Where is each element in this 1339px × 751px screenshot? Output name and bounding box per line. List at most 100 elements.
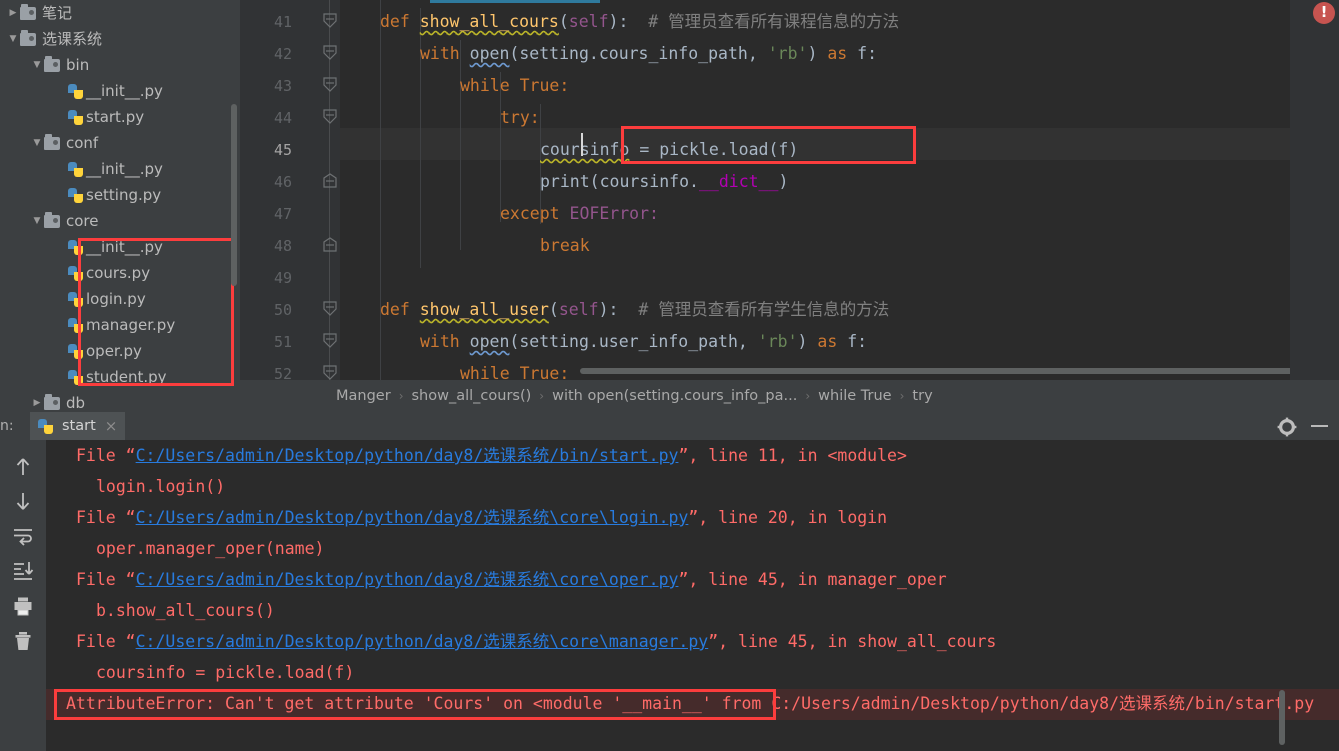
chevron-down-icon[interactable]: ▼: [30, 208, 44, 234]
editor-gutter[interactable]: 41 42 43 44 45 46 47 48 49 50 51 52: [240, 0, 340, 383]
tree-item-cours-py[interactable]: cours.py: [0, 260, 240, 286]
tree-item-student-py[interactable]: student.py: [0, 364, 240, 390]
code-line-45[interactable]: coursinfo = pickle.load(f): [340, 134, 798, 166]
console-line-8[interactable]: AttributeError: Can't get attribute 'Cou…: [46, 688, 1314, 719]
tree-item-label: cours.py: [86, 264, 151, 282]
code-editor[interactable]: 41 42 43 44 45 46 47 48 49 50 51 52 def show_all_co…: [240, 0, 1339, 383]
code-token: = pickle.: [629, 140, 729, 159]
breadcrumb[interactable]: Manger › show_all_cours() › with open(settin…: [240, 380, 1339, 412]
breadcrumb-item-4[interactable]: try: [912, 388, 932, 404]
fold-collapse-icon[interactable]: [322, 301, 338, 317]
tree-item-label: conf: [66, 134, 99, 152]
breadcrumb-item-1[interactable]: show_all_cours(): [412, 388, 532, 404]
code-line-43[interactable]: while True:: [340, 70, 569, 102]
arrow-up-icon[interactable]: [12, 456, 34, 478]
console-output[interactable]: File “C:/Users/admin/Desktop/python/day8…: [46, 440, 1339, 751]
breadcrumb-item-2[interactable]: with open(setting.cours_info_pa...: [552, 388, 797, 404]
tree-item-manager-py[interactable]: manager.py: [0, 312, 240, 338]
code-line-50[interactable]: def show_all_user(self): # 管理员查看所有学生信息的方…: [340, 294, 889, 326]
fold-collapse-icon[interactable]: [322, 77, 338, 93]
tree-item-label: oper.py: [86, 342, 142, 360]
breadcrumb-item-3[interactable]: while True: [818, 388, 891, 404]
console-line-1[interactable]: login.login(): [46, 471, 225, 502]
folder-icon: [44, 55, 60, 72]
code-line-42[interactable]: with open(setting.cours_info_path, 'rb')…: [340, 38, 877, 70]
chevron-down-icon[interactable]: ▼: [30, 52, 44, 78]
code-content[interactable]: def show_all_cours(self): # 管理员查看所有课程信息的…: [340, 0, 1339, 380]
console-line-4[interactable]: File “C:/Users/admin/Desktop/python/day8…: [46, 564, 947, 595]
minimize-icon[interactable]: [1311, 425, 1328, 427]
tree-item-start-py[interactable]: start.py: [0, 104, 240, 130]
tree-item--init-py[interactable]: __init__.py: [0, 156, 240, 182]
console-text: ”, line 11, in <module>: [678, 446, 907, 465]
code-line-46[interactable]: print(coursinfo.__dict__): [340, 166, 788, 198]
fold-collapse-icon[interactable]: [322, 109, 338, 125]
folder-icon: [20, 29, 36, 46]
code-token: try:: [500, 108, 540, 127]
console-line-2[interactable]: File “C:/Users/admin/Desktop/python/day8…: [46, 502, 887, 533]
fold-collapse-icon[interactable]: [322, 13, 338, 29]
scroll-to-end-icon[interactable]: [12, 560, 34, 582]
console-tab-label: start: [62, 418, 96, 434]
fold-collapse-icon[interactable]: [322, 45, 338, 61]
gear-icon[interactable]: [1277, 417, 1297, 437]
console-line-5[interactable]: b.show_all_cours(): [46, 595, 275, 626]
fold-collapse-icon[interactable]: [322, 333, 338, 349]
code-line-44[interactable]: try:: [340, 102, 540, 134]
console-toolbar[interactable]: [0, 440, 46, 751]
console-text: ”, line 20, in login: [688, 508, 888, 527]
chevron-right-icon[interactable]: ▶: [30, 390, 44, 410]
tree-item-oper-py[interactable]: oper.py: [0, 338, 240, 364]
soft-wrap-icon[interactable]: [12, 525, 34, 547]
console-line-3[interactable]: oper.manager_oper(name): [46, 533, 324, 564]
tree-item--init-py[interactable]: __init__.py: [0, 78, 240, 104]
editor-horizontal-scrollbar[interactable]: [580, 368, 1339, 374]
line-number-49: 49: [273, 269, 292, 287]
print-icon[interactable]: [12, 595, 34, 617]
chevron-down-icon[interactable]: ▼: [30, 130, 44, 156]
tree-item-label: bin: [66, 56, 90, 74]
line-number-47: 47: [273, 205, 292, 223]
tree-item-core[interactable]: ▼ core: [0, 208, 240, 234]
file-path-link[interactable]: C:/Users/admin/Desktop/python/day8/选课系统\…: [136, 632, 709, 651]
console-tab-start[interactable]: start ×: [30, 412, 126, 440]
file-path-link[interactable]: C:/Users/admin/Desktop/python/day8/选课系统\…: [136, 570, 679, 589]
project-tree-scrollbar[interactable]: [231, 104, 237, 286]
tree-item--[interactable]: ▶ 笔记: [0, 0, 240, 26]
breadcrumb-item-0[interactable]: Manger: [336, 388, 391, 404]
console-line-6[interactable]: File “C:/Users/admin/Desktop/python/day8…: [46, 626, 996, 657]
close-icon[interactable]: ×: [105, 417, 118, 435]
tree-item-bin[interactable]: ▼ bin: [0, 52, 240, 78]
console-line-7[interactable]: coursinfo = pickle.load(f): [46, 657, 354, 688]
arrow-down-icon[interactable]: [12, 490, 34, 512]
tree-item--init-py[interactable]: __init__.py: [0, 234, 240, 260]
text-caret: [581, 133, 583, 156]
fold-end-icon[interactable]: [322, 173, 338, 189]
code-line-51[interactable]: with open(setting.user_info_path, 'rb') …: [340, 326, 867, 358]
file-path-link[interactable]: C:/Users/admin/Desktop/python/day8/选课系统/…: [136, 446, 679, 465]
run-panel-label: n:: [0, 418, 14, 434]
code-line-47[interactable]: except EOFError:: [340, 198, 659, 230]
tree-item-conf[interactable]: ▼ conf: [0, 130, 240, 156]
tree-item-login-py[interactable]: login.py: [0, 286, 240, 312]
error-count-badge[interactable]: !: [1313, 2, 1335, 24]
code-line-52[interactable]: while True:: [340, 358, 569, 380]
project-tree-panel[interactable]: ▶ 笔记 ▼ 选课系统 ▼ bin __init__.py start.py ▼ conf __in…: [0, 0, 240, 410]
code-token: load: [728, 140, 769, 159]
chevron-right-icon[interactable]: ▶: [6, 0, 20, 26]
folder-icon: [44, 211, 60, 228]
tree-item-db[interactable]: ▶ db: [0, 390, 240, 410]
tree-item-setting-py[interactable]: setting.py: [0, 182, 240, 208]
file-path-link[interactable]: C:/Users/admin/Desktop/python/day8/选课系统\…: [136, 508, 689, 527]
console-line-0[interactable]: File “C:/Users/admin/Desktop/python/day8…: [46, 440, 907, 471]
code-line-41[interactable]: def show_all_cours(self): # 管理员查看所有课程信息的…: [340, 6, 899, 38]
fold-end-icon[interactable]: [322, 237, 338, 253]
fold-collapse-icon[interactable]: [322, 365, 338, 381]
code-line-48[interactable]: break: [340, 230, 590, 262]
chevron-down-icon[interactable]: ▼: [6, 26, 20, 52]
editor-marker-bar[interactable]: [1290, 0, 1339, 410]
tree-item--[interactable]: ▼ 选课系统: [0, 26, 240, 52]
console-scrollbar[interactable]: [1279, 690, 1285, 745]
tree-item-label: 笔记: [42, 4, 73, 22]
trash-icon[interactable]: [12, 630, 34, 652]
